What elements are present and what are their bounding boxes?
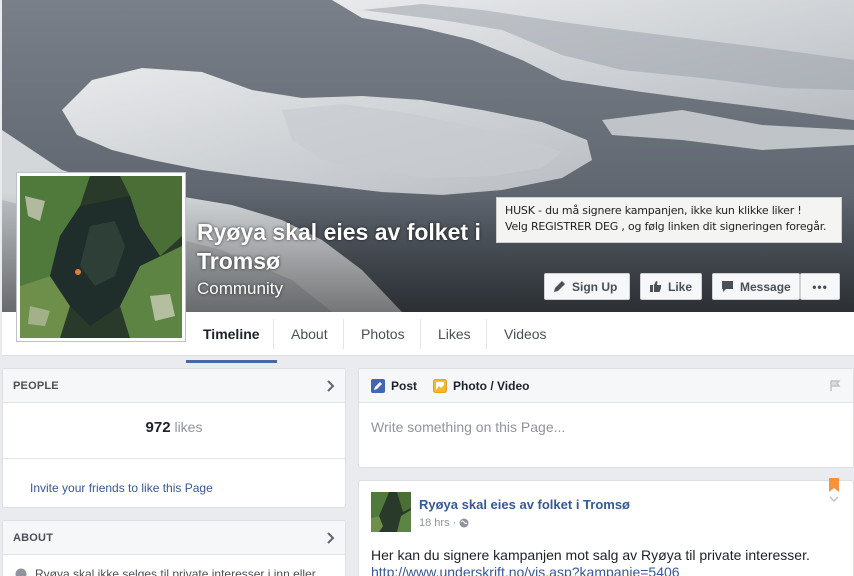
post-link[interactable]: http://www.underskrift.no/vis.asp?kampan… [359,564,853,576]
people-header[interactable]: PEOPLE [3,369,345,403]
composer-photo-label: Photo / Video [453,378,530,393]
message-icon [722,281,733,292]
composer-post-label: Post [391,378,418,393]
like-button[interactable]: Like [640,273,702,300]
pencil-icon [554,281,565,292]
about-text: Ryøya skal ikke selges til private inter… [35,567,316,576]
flag-icon[interactable] [829,379,841,392]
about-card: ABOUT Ryøya skal ikke selges til private… [2,520,346,576]
chevron-right-icon [327,531,335,544]
thumbs-up-icon [650,281,661,292]
about-title: ABOUT [13,531,54,544]
more-options-button[interactable]: ••• [800,273,840,300]
tab-videos[interactable]: Videos [486,319,564,349]
post-time-text[interactable]: 18 hrs [419,517,450,529]
globe-icon [459,518,469,528]
post-text: Her kan du signere kampanjen mot salg av… [371,547,810,563]
tab-timeline[interactable]: Timeline [186,312,277,363]
people-card: PEOPLE 972 likes Invite your friends to … [2,368,346,508]
likes-count[interactable]: 972 [146,419,171,436]
cover-note-line2: Velg REGISTRER DEG , og følg linken dit … [505,220,827,233]
tab-about[interactable]: About [273,319,345,349]
likes-count-line: 972 likes [3,419,345,436]
cover-note-line1: HUSK - du må signere kampanjen, ikke kun… [505,204,802,217]
composer-photo-video-tab[interactable]: Photo / Video [433,378,530,393]
composer-tabs: Post Photo / Video [359,369,853,403]
tab-likes[interactable]: Likes [420,319,488,349]
info-icon [15,568,27,576]
post-timestamp: 18 hrs · [419,517,630,529]
chevron-down-icon[interactable] [829,496,839,502]
like-label: Like [668,279,693,294]
about-header[interactable]: ABOUT [3,521,345,555]
bookmark-icon [829,478,839,492]
dot-separator: · [452,517,457,529]
message-label: Message [740,279,791,294]
post-pencil-icon [371,378,385,393]
profile-picture[interactable] [16,172,186,342]
tab-photos[interactable]: Photos [343,319,422,349]
post-header: Ryøya skal eies av folket i Tromsø 18 hr… [359,481,853,532]
composer-input[interactable]: Write something on this Page... [359,403,853,451]
post-composer: Post Photo / Video Write something on th… [358,368,854,468]
about-description: Ryøya skal ikke selges til private inter… [3,555,345,576]
invite-friends-link[interactable]: Invite your friends to like this Page [3,459,345,495]
profile-satellite-image [20,176,182,338]
more-icon: ••• [812,279,828,294]
photo-icon [433,378,448,393]
page-title[interactable]: Ryøya skal eies av folket i Tromsø [197,218,507,276]
people-title: PEOPLE [13,379,59,392]
sign-up-label: Sign Up [572,279,618,294]
message-button[interactable]: Message [712,273,800,300]
page-category[interactable]: Community [197,279,283,299]
cover-note: HUSK - du må signere kampanjen, ikke kun… [496,197,842,243]
composer-post-tab[interactable]: Post [371,378,418,393]
sign-up-button[interactable]: Sign Up [544,273,630,300]
post-author-avatar[interactable] [371,492,411,532]
chevron-right-icon [327,379,335,392]
post-author-name[interactable]: Ryøya skal eies av folket i Tromsø [419,497,630,512]
likes-word: likes [174,419,203,435]
feed-post: Ryøya skal eies av folket i Tromsø 18 hr… [358,478,854,576]
